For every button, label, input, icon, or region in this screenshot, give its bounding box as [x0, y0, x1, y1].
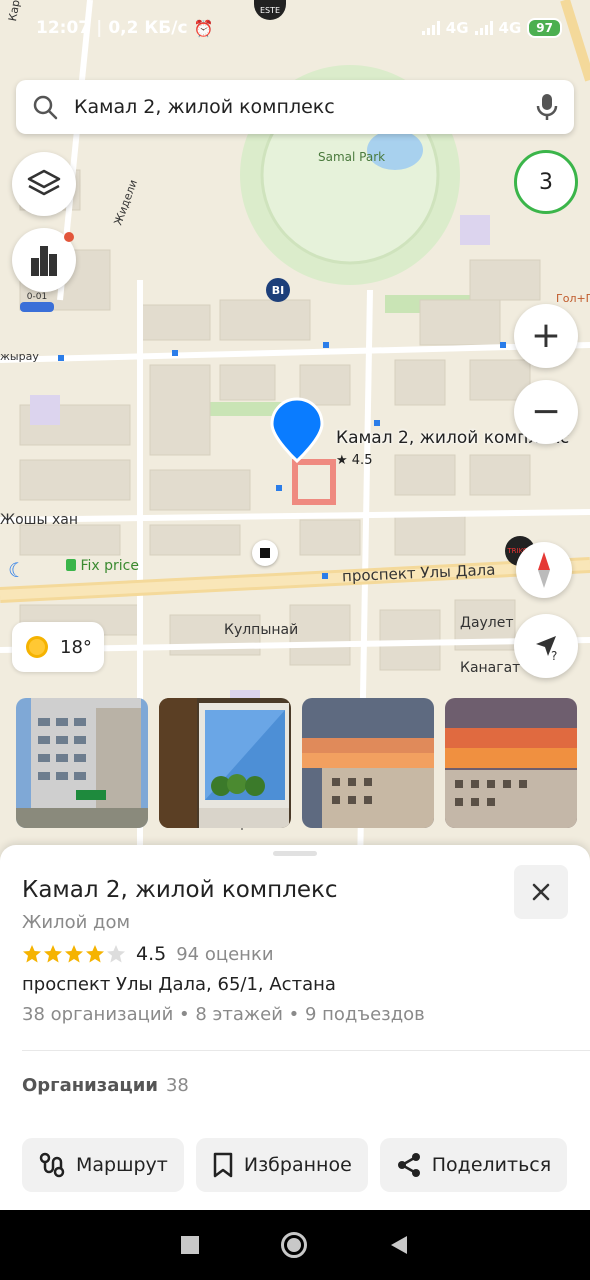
plus-icon: +: [530, 315, 562, 356]
favorite-button[interactable]: Избранное: [195, 1138, 368, 1192]
star-rating: [22, 944, 126, 964]
favorite-label: Избранное: [243, 1154, 352, 1176]
organizations-label: Организации: [22, 1075, 158, 1096]
recents-button[interactable]: [181, 1236, 199, 1254]
dentist-icon[interactable]: ☾: [8, 558, 26, 582]
map-label-zhosy-khan: Жошы хан: [0, 512, 78, 528]
photo-sunset-1[interactable]: [302, 698, 434, 828]
back-button[interactable]: [389, 1234, 409, 1256]
map-label-kulpynai: Кулпынай: [224, 622, 299, 638]
poi-marker-icon[interactable]: [252, 540, 278, 566]
map-pin-icon: [270, 397, 324, 464]
buildings-icon: [31, 246, 57, 276]
location-arrow-icon: ?: [536, 636, 557, 662]
map-label-zhyrau: жырау: [0, 350, 39, 363]
place-address[interactable]: проспект Улы Дала, 65/1, Астана: [22, 974, 336, 995]
organizations-row[interactable]: Организации 38: [22, 1075, 189, 1096]
layers-icon: [27, 169, 61, 196]
share-label: Поделиться: [431, 1154, 552, 1176]
search-icon: [33, 95, 58, 120]
home-button[interactable]: [281, 1232, 307, 1258]
compass-icon: [538, 552, 550, 588]
rating-count[interactable]: 94 оценки: [176, 944, 273, 965]
map-label-daulet: Даулет: [460, 615, 514, 631]
route-button[interactable]: Маршрут: [22, 1138, 184, 1192]
close-button[interactable]: [514, 865, 568, 919]
map-label-fix-price: Fix price: [66, 558, 139, 574]
sun-icon: [26, 636, 48, 658]
card-grabber[interactable]: [273, 851, 317, 856]
map-label-samal-park: Samal Park: [318, 150, 386, 164]
layers-button[interactable]: [12, 152, 76, 216]
status-speed: 0,2 КБ/с: [108, 18, 188, 38]
battery-icon: 97: [527, 18, 562, 38]
my-location-button[interactable]: ?: [514, 614, 578, 678]
stars-icon: [23, 945, 125, 963]
network-type-1: 4G: [445, 19, 469, 37]
place-card[interactable]: Камал 2, жилой комплекс Жилой дом 4.5 94…: [0, 845, 590, 1210]
layers-count-badge[interactable]: 3: [514, 150, 578, 214]
map-label-gol: Гол+Г: [556, 292, 590, 305]
photo-strip[interactable]: [16, 698, 577, 828]
signal-icon-2: [474, 21, 493, 35]
location-pin[interactable]: [270, 397, 324, 467]
microphone-icon[interactable]: [536, 92, 558, 122]
search-input[interactable]: Камал 2, жилой комплекс: [74, 96, 536, 118]
alarm-icon: ⏰: [193, 18, 214, 38]
action-bar: Маршрут Избранное Поделиться: [22, 1138, 568, 1192]
signal-icon: [421, 21, 440, 35]
minus-icon: −: [530, 391, 562, 432]
organizations-count: 38: [165, 1075, 189, 1096]
route-icon: [39, 1152, 65, 1178]
weather-temp: 18°: [60, 636, 92, 658]
weather-widget[interactable]: 18°: [12, 622, 104, 672]
places-button[interactable]: [12, 228, 76, 292]
car-sharing-icon[interactable]: 0-01: [20, 292, 54, 316]
photo-sunset-2[interactable]: [445, 698, 577, 828]
bi-marker-icon[interactable]: BI: [266, 278, 290, 302]
close-icon: [532, 883, 550, 901]
share-button[interactable]: Поделиться: [379, 1138, 568, 1192]
notification-dot: [64, 232, 74, 242]
photo-building[interactable]: [16, 698, 148, 828]
search-bar[interactable]: Камал 2, жилой комплекс: [16, 80, 574, 134]
network-type-2: 4G: [498, 19, 522, 37]
route-label: Маршрут: [76, 1154, 168, 1176]
system-nav-bar: [0, 1210, 590, 1280]
svg-text:?: ?: [551, 649, 557, 662]
zoom-in-button[interactable]: +: [514, 304, 578, 368]
pin-rating: ★ 4.5: [336, 453, 373, 468]
photo-window[interactable]: [159, 698, 291, 828]
place-meta: 38 организаций • 8 этажей • 9 подъездов: [22, 1004, 425, 1025]
share-icon: [397, 1153, 420, 1177]
divider: [22, 1050, 590, 1051]
place-title: Камал 2, жилой комплекс: [22, 877, 338, 903]
bookmark-icon: [213, 1152, 233, 1178]
rating-value: 4.5: [136, 943, 167, 965]
status-bar: 12:07 | 0,2 КБ/с ⏰ 4G 4G 97: [0, 0, 590, 56]
map-label-kanagat: Канагат: [460, 660, 521, 676]
rating-row[interactable]: 4.5 94 оценки: [22, 943, 274, 965]
zoom-out-button[interactable]: −: [514, 380, 578, 444]
compass-button[interactable]: [516, 542, 572, 598]
status-time: 12:07: [36, 18, 91, 38]
place-category: Жилой дом: [22, 912, 131, 933]
